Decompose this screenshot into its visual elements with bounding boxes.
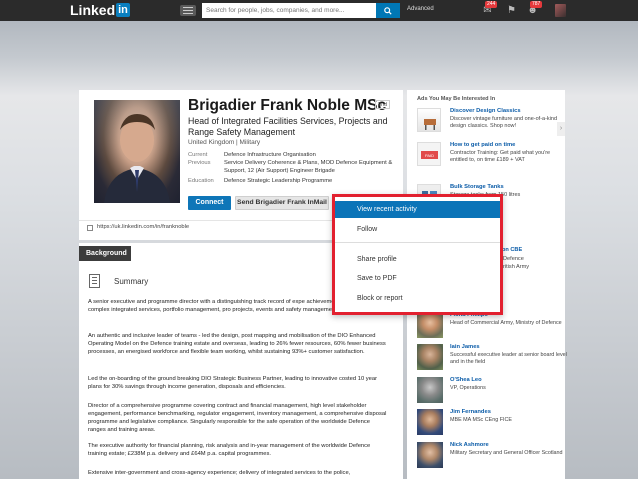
person-avatar[interactable] (417, 312, 443, 338)
ad-thumbnail: PAID (417, 142, 441, 166)
summary-paragraph: The executive authority for financial pl… (88, 443, 371, 457)
summary-paragraph: Director of a comprehensive programme co… (88, 403, 387, 433)
profile-url[interactable]: https://uk.linkedin.com/in/franknoble (97, 224, 189, 230)
link-icon (87, 225, 93, 231)
top-nav-bar: Linked in Advanced ✉ 244 ⚑ ☻ 787 (0, 0, 638, 21)
menu-icon[interactable] (180, 5, 196, 16)
person-avatar[interactable] (417, 442, 443, 468)
education-label: Education (188, 178, 214, 184)
partial-person-role: Defence (503, 256, 524, 262)
search-icon (384, 6, 392, 15)
ad-description: Discover vintage furniture and one-of-a-… (450, 116, 558, 130)
current-label: Current (188, 152, 208, 158)
person-name[interactable]: Iain James (450, 344, 480, 350)
block-or-report-item[interactable]: Block or report (335, 290, 500, 307)
logo-in-badge: in (116, 3, 130, 17)
person-avatar[interactable] (417, 409, 443, 435)
ad-title[interactable]: Bulk Storage Tanks (450, 184, 504, 190)
people-also-viewed-item[interactable]: O'Shea Leo VP, Operations (417, 377, 567, 413)
ad-thumbnail (417, 108, 441, 132)
follow-item[interactable]: Follow (335, 221, 500, 238)
education-value[interactable]: Defence Strategic Leadership Programme (224, 178, 394, 186)
avatar[interactable] (555, 4, 566, 17)
person-role: Military Secretary and General Officer S… (450, 450, 563, 456)
summary-paragraph: Led the on-boarding of the ground breaki… (88, 376, 378, 390)
send-inmail-button[interactable]: Send Brigadier Frank InMail (235, 196, 329, 210)
next-ad-arrow[interactable]: › (557, 122, 565, 136)
svg-text:PAID: PAID (425, 153, 434, 158)
connections-badge: 787 (530, 1, 543, 8)
profile-name: Brigadier Frank Noble MSc (188, 97, 387, 114)
previous-value[interactable]: Service Delivery Coherence & Plans, MOD … (224, 160, 394, 175)
person-role: MBE MA MSc CEng FICE (450, 417, 513, 423)
partial-person-role: ritish Army (503, 264, 530, 270)
profile-photo (94, 100, 180, 203)
people-also-viewed-item[interactable]: Nick Ashmore Military Secretary and Gene… (417, 442, 567, 478)
summary-title: Summary (114, 277, 149, 286)
page-frame: Linked in Advanced ✉ 244 ⚑ ☻ 787 (0, 0, 638, 479)
education-row: Education Defence Strategic Leadership P… (188, 178, 394, 186)
summary-document-icon (89, 274, 100, 288)
people-also-viewed-item[interactable]: Fiona Phillips Head of Commercial Army, … (417, 312, 567, 348)
ad-title[interactable]: How to get paid on time (450, 142, 515, 148)
summary-paragraph: An authentic and inclusive leader of tea… (88, 333, 386, 355)
messages-badge: 244 (485, 1, 498, 8)
search-input[interactable] (202, 3, 376, 18)
background-tab[interactable]: Background (79, 246, 131, 261)
ad-item[interactable]: PAID How to get paid on time Contractor … (417, 142, 567, 184)
portrait-illustration (104, 114, 170, 203)
menu-divider (335, 242, 500, 243)
partial-person-name: on CBE (502, 247, 523, 253)
notifications-flag-icon[interactable]: ⚑ (505, 5, 518, 16)
previous-row: Previous Service Delivery Coherence & Pl… (188, 160, 394, 175)
people-also-viewed-item[interactable]: Iain James Successful executive leader a… (417, 344, 567, 380)
linkedin-logo[interactable]: Linked in (70, 2, 130, 18)
current-row: Current Defence Infrastructure Organisat… (188, 152, 394, 160)
logo-text: Linked (70, 2, 116, 18)
save-to-pdf-item[interactable]: Save to PDF (335, 270, 500, 287)
ads-heading: Ads You May Be Interested In (417, 96, 496, 102)
person-name[interactable]: O'Shea Leo (450, 377, 482, 383)
person-name[interactable]: Jim Fernandes (450, 409, 491, 415)
advanced-search-link[interactable]: Advanced (407, 6, 434, 12)
connect-button[interactable]: Connect (188, 196, 231, 210)
ad-description: Contractor Training: Get paid what you'r… (450, 150, 551, 164)
people-also-viewed-item[interactable]: Jim Fernandes MBE MA MSc CEng FICE (417, 409, 567, 445)
person-avatar[interactable] (417, 344, 443, 370)
person-role: Head of Commercial Army, Ministry of Def… (450, 320, 562, 326)
current-value[interactable]: Defence Infrastructure Organisation (224, 152, 394, 160)
previous-label: Previous (188, 160, 211, 166)
connection-degree-badge: 2nd (375, 100, 390, 109)
view-recent-activity-item[interactable]: View recent activity (335, 201, 500, 218)
person-role: VP, Operations (450, 385, 486, 391)
profile-location: United Kingdom | Military (188, 139, 261, 146)
person-name[interactable]: Nick Ashmore (450, 442, 489, 448)
share-profile-item[interactable]: Share profile (335, 251, 500, 268)
ad-title[interactable]: Discover Design Classics (450, 108, 521, 114)
profile-headline: Head of Integrated Facilities Services, … (188, 116, 388, 137)
person-avatar[interactable] (417, 377, 443, 403)
person-role: Successful executive leader at senior bo… (450, 352, 567, 366)
search-button[interactable] (376, 3, 400, 18)
profile-actions-dropdown: View recent activity Follow Share profil… (332, 194, 503, 315)
summary-paragraph: Extensive inter-government and cross-age… (88, 470, 351, 476)
